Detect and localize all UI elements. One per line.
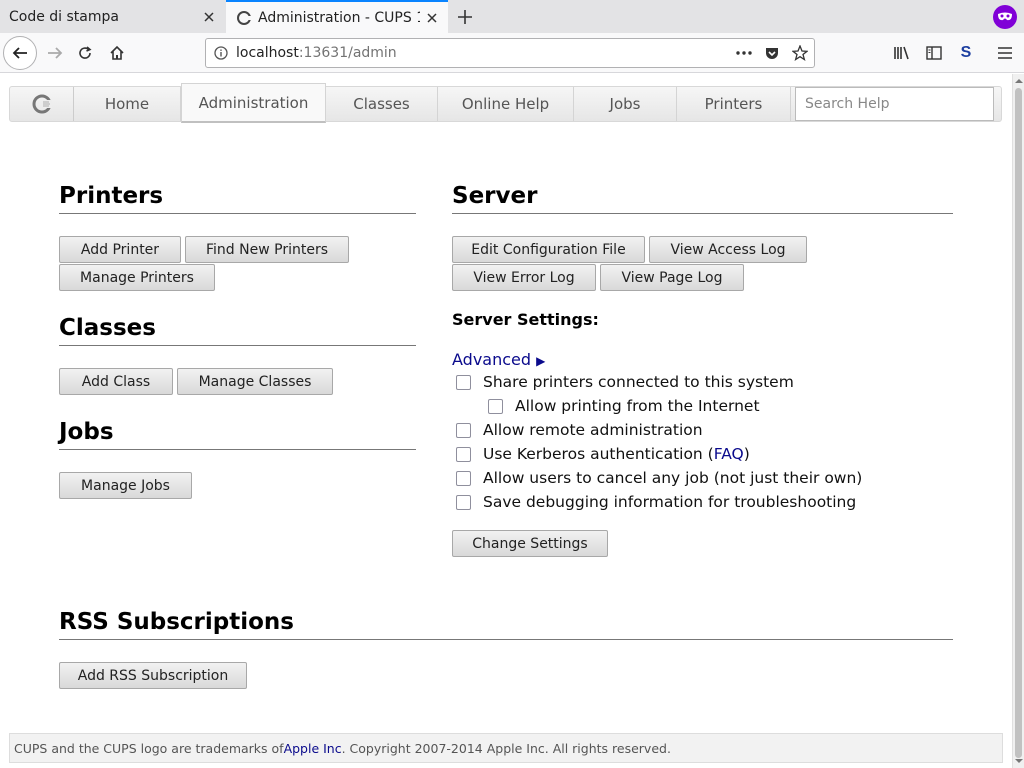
checkbox-label: Allow users to cancel any job (not just …: [483, 469, 863, 487]
home-icon: [110, 45, 124, 60]
page-footer: CUPS and the CUPS logo are trademarks of…: [9, 733, 1003, 763]
bookmark-star-icon[interactable]: [786, 39, 814, 67]
library-icon: [894, 46, 909, 60]
debug-logging-checkbox[interactable]: [456, 494, 471, 510]
sidebar-button[interactable]: [919, 38, 949, 68]
manage-printers-button[interactable]: Manage Printers: [59, 264, 215, 291]
cups-navigation-bar: Home Administration Classes Online Help …: [9, 83, 1002, 123]
forward-arrow-icon: [48, 47, 63, 59]
page-scrollbar[interactable]: [1012, 74, 1024, 768]
scroll-up-icon: [1015, 79, 1023, 83]
forward-button[interactable]: [40, 38, 70, 68]
menu-administration[interactable]: Administration: [181, 83, 326, 123]
url-text: localhost:13631/admin: [236, 45, 397, 61]
cancel-any-job-checkbox[interactable]: [456, 470, 471, 486]
page-actions-icon[interactable]: [730, 39, 758, 67]
menu-printers[interactable]: Printers: [677, 87, 791, 121]
library-button[interactable]: [887, 38, 917, 68]
menu-classes[interactable]: Classes: [326, 87, 438, 121]
classes-heading: Classes: [59, 315, 156, 341]
sidebar-icon: [926, 46, 942, 60]
view-page-log-button[interactable]: View Page Log: [600, 264, 744, 291]
triangle-right-icon: ▶: [536, 354, 546, 368]
private-browsing-mask-icon: [993, 5, 1017, 29]
jobs-heading: Jobs: [59, 419, 114, 445]
pocket-icon[interactable]: [758, 39, 786, 67]
cancel-any-job-row: Allow users to cancel any job (not just …: [456, 469, 862, 487]
checkbox-label: Allow remote administration: [483, 421, 703, 439]
close-icon[interactable]: [420, 6, 444, 30]
menu-online-help[interactable]: Online Help: [438, 87, 574, 121]
cups-logo-icon[interactable]: [10, 87, 74, 121]
printers-divider: [59, 213, 416, 214]
menu-home[interactable]: Home: [74, 87, 181, 121]
navigation-toolbar: localhost:13631/admin S: [0, 33, 1024, 73]
jobs-divider: [59, 449, 416, 450]
share-printers-checkbox[interactable]: [456, 374, 471, 390]
checkbox-label: Allow printing from the Internet: [515, 397, 760, 415]
printers-heading: Printers: [59, 183, 164, 209]
kerberos-checkbox[interactable]: [456, 446, 471, 462]
add-class-button[interactable]: Add Class: [59, 368, 173, 395]
tab-administration[interactable]: Administration - CUPS 1.7: [226, 0, 448, 33]
info-icon[interactable]: [206, 46, 236, 60]
view-error-log-button[interactable]: View Error Log: [452, 264, 596, 291]
find-new-printers-button[interactable]: Find New Printers: [185, 236, 349, 263]
menu-button[interactable]: [990, 38, 1020, 68]
server-divider: [452, 213, 953, 214]
allow-internet-printing-checkbox[interactable]: [488, 398, 503, 414]
remote-admin-checkbox[interactable]: [456, 422, 471, 438]
home-button[interactable]: [102, 38, 132, 68]
classes-divider: [59, 345, 416, 346]
checkbox-label: Share printers connected to this system: [483, 373, 794, 391]
remote-admin-row: Allow remote administration: [456, 421, 703, 439]
add-rss-subscription-button[interactable]: Add RSS Subscription: [59, 662, 247, 689]
hamburger-menu-icon: [998, 47, 1012, 59]
reload-icon: [79, 46, 92, 59]
apple-link[interactable]: Apple Inc: [284, 741, 342, 756]
close-icon[interactable]: [197, 5, 221, 29]
share-printers-row: Share printers connected to this system: [456, 373, 794, 391]
tab-title: Administration - CUPS 1.7: [258, 9, 420, 26]
faq-link[interactable]: FAQ: [714, 445, 744, 463]
cups-favicon-icon: [236, 10, 252, 26]
plus-icon: [458, 10, 472, 24]
advanced-link[interactable]: Advanced ▶: [452, 350, 545, 369]
debug-logging-row: Save debugging information for troublesh…: [456, 493, 856, 511]
back-arrow-icon: [12, 47, 27, 59]
tab-bar: Code di stampa Administration - CUPS 1.7: [0, 0, 1024, 33]
allow-internet-printing-row: Allow printing from the Internet: [488, 397, 760, 415]
tab-code-di-stampa[interactable]: Code di stampa: [0, 0, 225, 33]
reload-button[interactable]: [70, 38, 100, 68]
extension-s-button[interactable]: S: [951, 38, 981, 68]
scroll-down-icon: [1015, 759, 1023, 763]
back-button[interactable]: [3, 36, 37, 70]
search-help-input[interactable]: [795, 87, 994, 121]
checkbox-label: Save debugging information for troublesh…: [483, 493, 857, 511]
scrollbar-thumb[interactable]: [1015, 88, 1022, 758]
checkbox-label: Use Kerberos authentication (FAQ): [483, 445, 750, 463]
kerberos-row: Use Kerberos authentication (FAQ): [456, 445, 750, 463]
menu-jobs[interactable]: Jobs: [574, 87, 677, 121]
edit-configuration-file-button[interactable]: Edit Configuration File: [452, 236, 645, 263]
new-tab-button[interactable]: [452, 4, 478, 30]
extension-s-icon: S: [960, 44, 972, 61]
server-settings-label: Server Settings:: [452, 310, 599, 329]
url-bar[interactable]: localhost:13631/admin: [205, 38, 815, 68]
change-settings-button[interactable]: Change Settings: [452, 530, 608, 557]
view-access-log-button[interactable]: View Access Log: [649, 236, 807, 263]
tab-title: Code di stampa: [9, 8, 119, 25]
manage-classes-button[interactable]: Manage Classes: [177, 368, 333, 395]
rss-heading: RSS Subscriptions: [59, 609, 294, 635]
manage-jobs-button[interactable]: Manage Jobs: [59, 472, 192, 499]
rss-divider: [59, 639, 953, 640]
add-printer-button[interactable]: Add Printer: [59, 236, 181, 263]
server-heading: Server: [452, 183, 538, 209]
